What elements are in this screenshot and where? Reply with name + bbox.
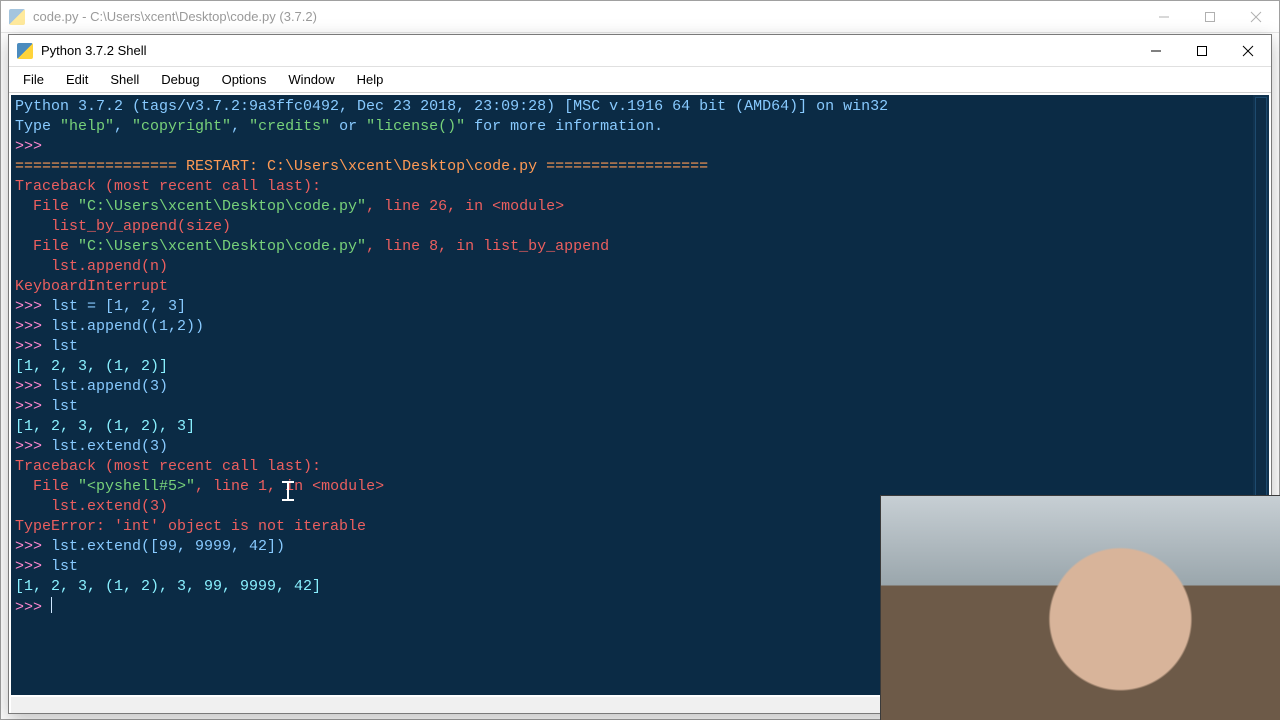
close-button[interactable] — [1225, 35, 1271, 66]
maximize-button[interactable] — [1179, 35, 1225, 66]
traceback-line: File "C:\Users\xcent\Desktop\code.py", l… — [15, 238, 609, 255]
menu-file[interactable]: File — [13, 69, 54, 90]
webcam-overlay — [880, 495, 1280, 720]
restart-line: ================== RESTART: C:\Users\xce… — [15, 158, 708, 175]
traceback-line: Traceback (most recent call last): — [15, 178, 321, 195]
shell-line: >>> lst.append(3) — [15, 378, 168, 395]
menu-bar: File Edit Shell Debug Options Window Hel… — [9, 67, 1271, 93]
shell-line: >>> lst — [15, 398, 78, 415]
python-icon — [17, 43, 33, 59]
traceback-line: TypeError: 'int' object is not iterable — [15, 518, 366, 535]
shell-output-line: [1, 2, 3, (1, 2), 3, 99, 9999, 42] — [15, 578, 321, 595]
prompt: >>> — [15, 138, 51, 155]
shell-output-line: [1, 2, 3, (1, 2)] — [15, 358, 168, 375]
idle-window-controls — [1133, 35, 1271, 66]
shell-output-line: [1, 2, 3, (1, 2), 3] — [15, 418, 195, 435]
close-button[interactable] — [1233, 1, 1279, 32]
python-icon — [9, 9, 25, 25]
traceback-line: Traceback (most recent call last): — [15, 458, 321, 475]
maximize-button[interactable] — [1187, 1, 1233, 32]
idle-title: Python 3.7.2 Shell — [41, 43, 1133, 58]
shell-line: Python 3.7.2 (tags/v3.7.2:9a3ffc0492, De… — [15, 98, 888, 115]
menu-window[interactable]: Window — [278, 69, 344, 90]
traceback-line: File "C:\Users\xcent\Desktop\code.py", l… — [15, 198, 564, 215]
traceback-line: File "<pyshell#5>", line 1, in <module> — [15, 478, 384, 495]
menu-edit[interactable]: Edit — [56, 69, 98, 90]
background-title: code.py - C:\Users\xcent\Desktop\code.py… — [33, 9, 1141, 24]
minimize-button[interactable] — [1141, 1, 1187, 32]
menu-help[interactable]: Help — [347, 69, 394, 90]
menu-shell[interactable]: Shell — [100, 69, 149, 90]
shell-line: >>> lst.extend([99, 9999, 42]) — [15, 538, 285, 555]
shell-line: >>> lst — [15, 338, 78, 355]
traceback-line: lst.append(n) — [15, 258, 168, 275]
shell-line: >>> — [15, 599, 52, 616]
traceback-line: list_by_append(size) — [15, 218, 231, 235]
shell-line: >>> lst.extend(3) — [15, 438, 168, 455]
shell-line: >>> lst.append((1,2)) — [15, 318, 204, 335]
traceback-line: KeyboardInterrupt — [15, 278, 168, 295]
text-cursor-caret — [51, 597, 52, 613]
minimize-button[interactable] — [1133, 35, 1179, 66]
shell-line: Type "help", "copyright", "credits" or "… — [15, 118, 663, 135]
menu-debug[interactable]: Debug — [151, 69, 209, 90]
shell-line: >>> lst = [1, 2, 3] — [15, 298, 186, 315]
background-window-controls — [1141, 1, 1279, 32]
traceback-line: lst.extend(3) — [15, 498, 168, 515]
background-titlebar: code.py - C:\Users\xcent\Desktop\code.py… — [1, 1, 1279, 33]
idle-titlebar[interactable]: Python 3.7.2 Shell — [9, 35, 1271, 67]
shell-line: >>> lst — [15, 558, 78, 575]
menu-options[interactable]: Options — [212, 69, 277, 90]
